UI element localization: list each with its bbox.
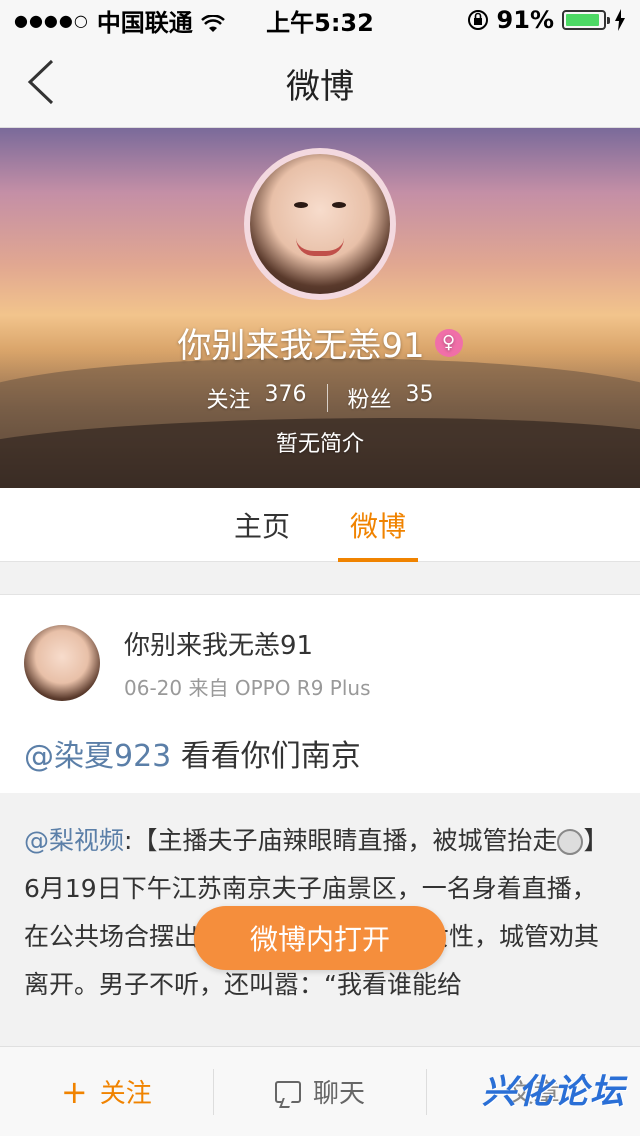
carrier-name: 中国联通 xyxy=(96,8,193,37)
battery-level xyxy=(566,14,599,26)
chat-bubble-icon xyxy=(275,1080,301,1103)
signal-strength-icon: ●●●●○ xyxy=(14,10,89,30)
emoji-icon xyxy=(557,829,584,855)
profile-name: 你别来我无恙91 xyxy=(177,326,425,366)
tab-home[interactable]: 主页 xyxy=(222,488,302,562)
charging-icon xyxy=(614,9,626,31)
followers-label: 粉丝 xyxy=(347,388,392,413)
tab-weibo[interactable]: 微博 xyxy=(338,488,418,562)
followers-count: 35 xyxy=(405,382,434,407)
profile-stats: 关注 376 粉丝 35 xyxy=(0,382,640,414)
orientation-lock-icon xyxy=(467,9,489,31)
female-gender-icon: ♀ xyxy=(434,328,463,357)
open-in-weibo-button[interactable]: 微博内打开 xyxy=(194,906,446,970)
following-label: 关注 xyxy=(206,388,251,413)
post-meta: 06-20 来自 OPPO R9 Plus xyxy=(124,676,371,700)
avatar-eye xyxy=(332,202,346,208)
back-button[interactable] xyxy=(26,58,76,110)
post-header: 你别来我无恙91 06-20 来自 OPPO R9 Plus xyxy=(24,625,370,701)
avatar-photo xyxy=(250,154,390,294)
post-author-avatar[interactable] xyxy=(24,625,100,701)
battery-percent: 91% xyxy=(496,6,554,34)
followers-stat[interactable]: 粉丝 35 xyxy=(328,382,454,414)
repost-text-part1: :【主播夫子庙辣眼睛直播，被城管抬走 xyxy=(124,826,558,855)
follow-label: 关注 xyxy=(99,1079,152,1109)
post-body: 看看你们南京 xyxy=(171,739,361,774)
chat-button[interactable]: 聊天 xyxy=(212,1068,427,1115)
profile-name-row: 你别来我无恙91 ♀ xyxy=(0,318,640,367)
chat-label: 聊天 xyxy=(313,1079,366,1109)
site-watermark-logo: 兴化论坛 xyxy=(482,1072,626,1112)
page-title: 微博 xyxy=(286,67,354,107)
wifi-icon xyxy=(200,11,225,32)
profile-avatar[interactable] xyxy=(244,148,396,300)
repost-mention-link[interactable]: @梨视频 xyxy=(24,826,124,855)
following-stat[interactable]: 关注 376 xyxy=(186,382,326,414)
battery-icon xyxy=(562,10,610,30)
post-text: @染夏923 看看你们南京 xyxy=(24,731,361,775)
mention-link[interactable]: @染夏923 xyxy=(24,739,171,774)
nav-bar: 微博 xyxy=(0,40,640,128)
post-author-info: 你别来我无恙91 06-20 来自 OPPO R9 Plus xyxy=(124,625,370,701)
profile-bio: 暂无简介 xyxy=(275,432,364,457)
chevron-left-icon xyxy=(26,59,56,109)
following-count: 376 xyxy=(264,382,307,407)
post-author-name[interactable]: 你别来我无恙91 xyxy=(124,625,370,662)
status-bar: ●●●●○ 中国联通 上午5:32 91% xyxy=(0,0,640,40)
plus-icon: + xyxy=(60,1072,88,1111)
avatar-eye xyxy=(294,202,308,208)
avatar-smile xyxy=(296,238,344,256)
profile-cover: 你别来我无恙91 ♀ 关注 376 粉丝 35 暂无简介 xyxy=(0,128,640,488)
follow-button[interactable]: + 关注 xyxy=(0,1069,213,1115)
profile-tabs: 主页 微博 xyxy=(0,488,640,562)
